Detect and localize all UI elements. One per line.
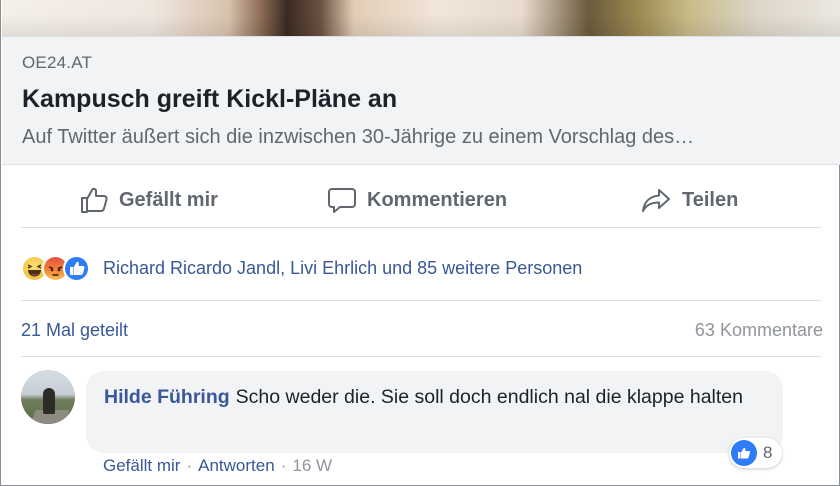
comment-timestamp[interactable]: 16 W [292,456,332,475]
separator: · [280,456,287,475]
comment-meta: Gefällt mir · Antworten · 16 W [103,456,332,476]
like-reaction-icon [731,440,757,466]
like-button[interactable]: Gefällt mir [79,184,218,216]
share-button-label: Teilen [682,188,739,211]
reactions-row[interactable]: Richard Ricardo Jandl, Livi Ehrlich und … [21,250,582,286]
divider [21,356,821,357]
post-frame: OE24.AT Kampusch greift Kickl-Pläne an A… [0,0,840,486]
share-button[interactable]: Teilen [640,184,738,216]
reactors-summary[interactable]: Richard Ricardo Jandl, Livi Ehrlich und … [103,258,582,279]
comment-reply-link[interactable]: Antworten [198,456,275,475]
comment-author[interactable]: Hilde Führing [104,386,230,408]
like-button-label: Gefällt mir [119,188,218,211]
link-description: Auf Twitter äußert sich die inzwischen 3… [22,126,695,148]
comment-text: Scho weder die. Sie soll doch endlich na… [235,386,743,408]
comment-bubble: Hilde Führing Scho weder die. Sie soll do… [86,371,783,453]
post-action-bar: Gefällt mir Kommentieren Teilen [21,172,821,228]
avatar[interactable] [21,370,75,424]
link-preview-image[interactable] [2,0,840,36]
comment-likes-count: 8 [763,443,773,462]
comments-count[interactable]: 63 Kommentare [695,320,823,341]
comment-button[interactable]: Kommentieren [327,184,507,216]
comment-likes-badge[interactable]: 8 [729,438,783,468]
shares-count[interactable]: 21 Mal geteilt [21,320,128,341]
speech-bubble-icon [328,188,356,213]
like-reaction-icon [63,255,90,282]
thumbs-up-icon [81,187,108,213]
link-preview[interactable]: OE24.AT Kampusch greift Kickl-Pläne an A… [2,36,840,165]
comment-button-label: Kommentieren [367,188,508,211]
comment-like-link[interactable]: Gefällt mir [103,456,180,475]
reaction-icons [21,253,105,283]
link-domain: OE24.AT [22,53,93,72]
link-headline[interactable]: Kampusch greift Kickl-Pläne an [22,85,397,114]
divider [21,300,821,301]
separator: · [186,456,193,475]
share-arrow-icon [642,189,670,212]
